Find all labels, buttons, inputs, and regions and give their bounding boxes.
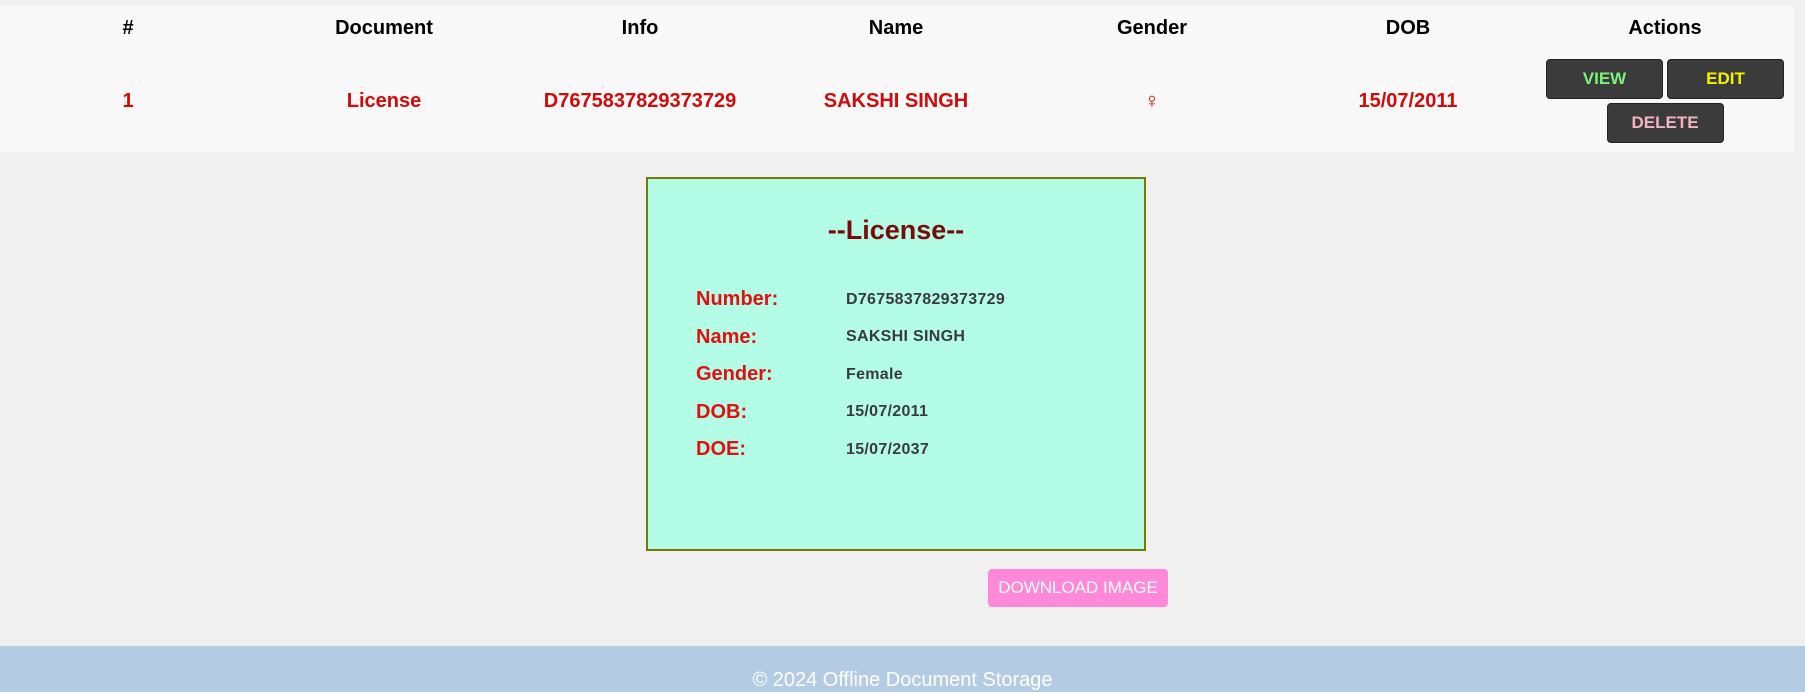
card-field-doe: DOE: 15/07/2037 — [696, 431, 1005, 469]
card-label: Name: — [696, 325, 758, 348]
delete-button[interactable]: DELETE — [1606, 103, 1724, 143]
card-field-number: Number: D7675837829373729 — [696, 281, 1005, 319]
row-document: License — [346, 89, 422, 112]
row-info: D7675837829373729 — [543, 89, 737, 112]
download-image-button[interactable]: DOWNLOAD IMAGE — [988, 569, 1168, 607]
card-field-dob: DOB: 15/07/2011 — [696, 394, 1005, 432]
action-buttons: VIEW EDIT DELETE — [1545, 59, 1785, 143]
table-header-row: # Document Info Name Gender DOB Actions — [0, 6, 1794, 50]
view-button[interactable]: VIEW — [1546, 59, 1663, 99]
card-label: DOB: — [696, 400, 748, 423]
card-field-gender: Gender: Female — [696, 356, 1005, 394]
card-label: Number: — [696, 288, 779, 311]
documents-table: # Document Info Name Gender DOB Actions … — [0, 6, 1794, 152]
card-value: 15/07/2011 — [846, 403, 929, 421]
card-label: Gender: — [696, 363, 773, 386]
card-value: Female — [846, 365, 903, 383]
header-gender: Gender — [1116, 16, 1188, 39]
header-name: Name — [868, 16, 924, 39]
header-dob: DOB — [1385, 16, 1431, 39]
header-actions: Actions — [1628, 16, 1702, 39]
license-card: --License-- Number: D7675837829373729 Na… — [646, 177, 1146, 551]
table-row: 1 License D7675837829373729 SAKSHI SINGH… — [0, 50, 1794, 152]
row-dob: 15/07/2011 — [1358, 89, 1458, 112]
female-symbol-icon: ♀ — [1143, 88, 1161, 113]
card-value: D7675837829373729 — [846, 290, 1006, 308]
footer: © 2024 Offline Document Storage — [0, 646, 1805, 692]
card-value: SAKSHI SINGH — [846, 328, 966, 346]
row-name: SAKSHI SINGH — [823, 89, 969, 112]
card-title: --License-- — [827, 215, 965, 245]
edit-button[interactable]: EDIT — [1667, 59, 1784, 99]
row-actions: VIEW EDIT DELETE — [1536, 50, 1794, 152]
header-info: Info — [621, 16, 659, 39]
card-value: 15/07/2037 — [846, 440, 930, 458]
row-index: 1 — [122, 89, 134, 112]
card-field-name: Name: SAKSHI SINGH — [696, 319, 1005, 357]
header-index: # — [122, 16, 134, 39]
card-label: DOE: — [696, 438, 746, 461]
header-document: Document — [335, 16, 433, 39]
documents-table-container: # Document Info Name Gender DOB Actions … — [0, 6, 1794, 152]
footer-copyright: © 2024 Offline Document Storage — [752, 669, 1053, 691]
card-fields: Number: D7675837829373729 Name: SAKSHI S… — [696, 281, 1005, 469]
